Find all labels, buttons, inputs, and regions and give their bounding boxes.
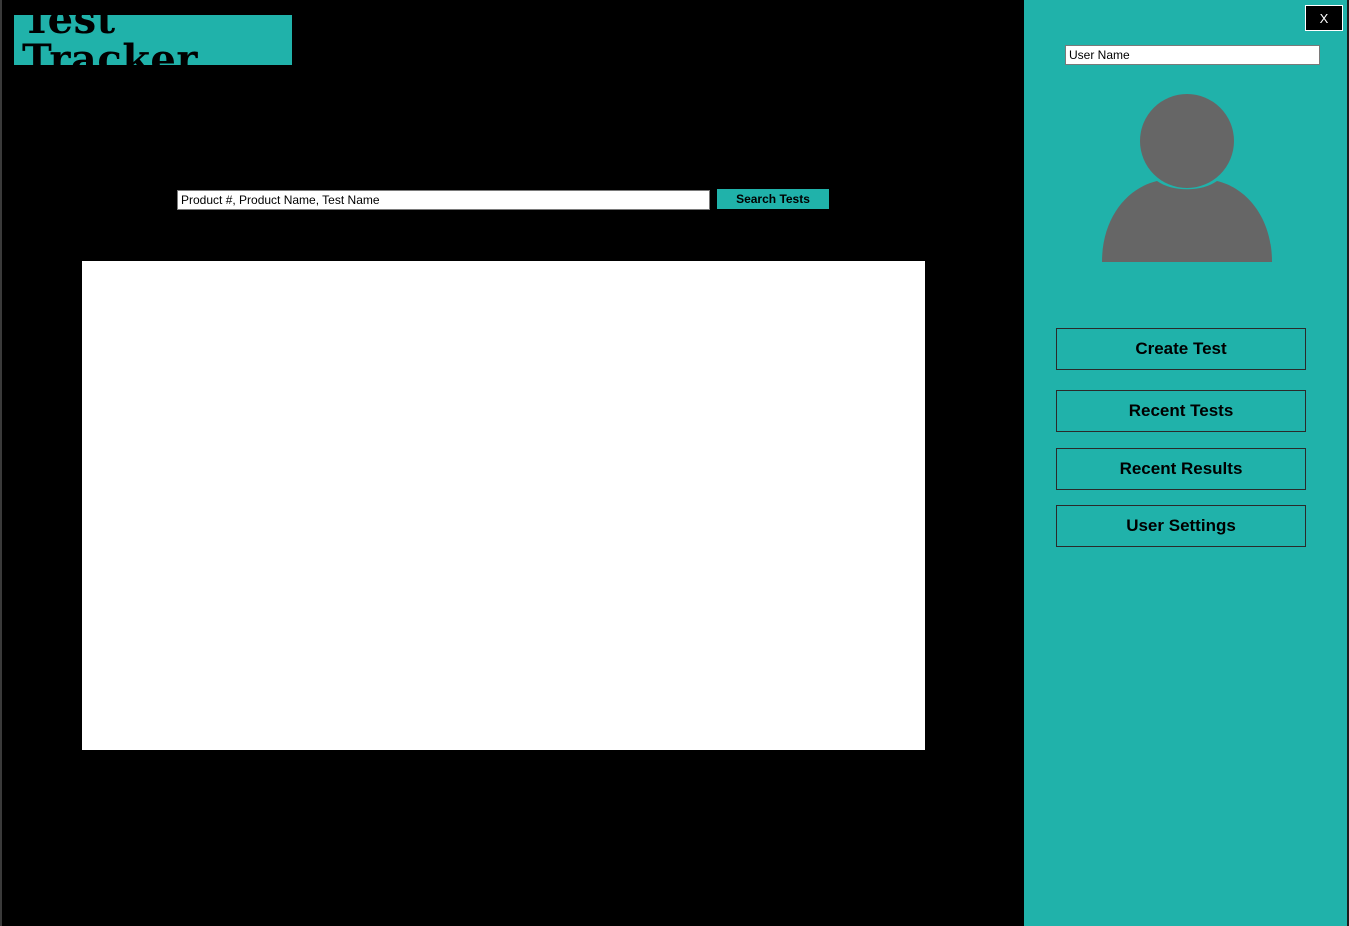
close-button[interactable]: X <box>1305 5 1343 31</box>
user-settings-button[interactable]: User Settings <box>1056 505 1306 547</box>
recent-results-button[interactable]: Recent Results <box>1056 448 1306 490</box>
user-silhouette-icon <box>1102 94 1272 262</box>
search-tests-button[interactable]: Search Tests <box>717 189 829 209</box>
sidebar: X Create Test Recent Tests Recent Result… <box>1024 0 1347 926</box>
window-left-edge <box>0 0 2 926</box>
avatar <box>1102 93 1272 263</box>
recent-tests-button[interactable]: Recent Tests <box>1056 390 1306 432</box>
app-window: Test Tracker Search Tests X Create Test … <box>0 0 1349 926</box>
create-test-button[interactable]: Create Test <box>1056 328 1306 370</box>
app-title-banner: Test Tracker <box>14 0 292 80</box>
search-input[interactable] <box>177 190 710 210</box>
username-field[interactable] <box>1065 45 1320 65</box>
results-panel[interactable] <box>82 261 925 750</box>
app-title: Test Tracker <box>22 0 198 83</box>
